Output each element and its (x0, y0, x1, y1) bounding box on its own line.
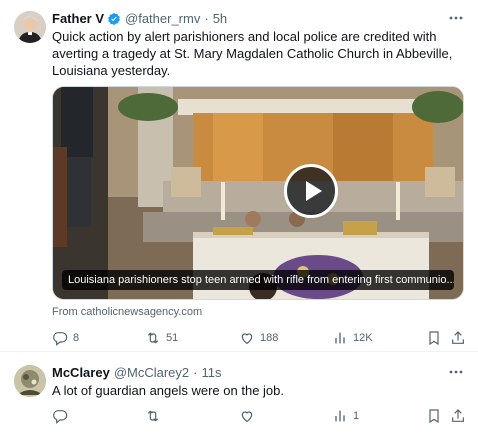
tweet-actions: 1 (52, 406, 466, 426)
like-count: 188 (260, 332, 279, 344)
reply-icon (53, 410, 68, 424)
tweet-text: Quick action by alert parishioners and l… (52, 29, 453, 78)
repost-count: 51 (166, 332, 179, 344)
reply-button[interactable]: 8 (52, 328, 79, 348)
like-icon (241, 333, 253, 345)
views-button[interactable]: 1 (332, 406, 359, 426)
like-button[interactable] (239, 406, 260, 426)
views-icon (335, 410, 345, 422)
views-count: 12K (353, 332, 373, 344)
timestamp[interactable]: 5h (213, 11, 227, 26)
video-caption: Louisiana parishioners stop teen armed w… (62, 270, 454, 290)
timestamp[interactable]: 11s (201, 365, 221, 380)
verified-badge-icon (107, 12, 121, 26)
avatar[interactable] (14, 11, 46, 43)
repost-icon (147, 410, 159, 422)
video-thumbnail (53, 87, 463, 299)
user-handle[interactable]: @McClarey2 (114, 365, 189, 380)
reply-icon (53, 332, 68, 346)
tweet-actions: 8 51 188 12K (52, 328, 466, 348)
tweet-header: McClarey @McClarey2 · 11s (52, 365, 221, 380)
bookmark-icon[interactable] (426, 328, 442, 348)
tweet-father-v[interactable]: Father V @father_rmv · 5h Quick action b… (0, 0, 478, 352)
tweet-mcclarey[interactable]: McClarey @McClarey2 · 11s A lot of guard… (0, 352, 478, 438)
views-button[interactable]: 12K (332, 328, 373, 348)
play-icon[interactable] (284, 164, 338, 218)
video-card[interactable]: Louisiana parishioners stop teen armed w… (52, 86, 464, 300)
user-handle[interactable]: @father_rmv (125, 11, 200, 26)
avatar[interactable] (14, 365, 46, 397)
display-name[interactable]: McClarey (52, 365, 110, 380)
views-count: 1 (353, 410, 360, 422)
share-icon[interactable] (450, 328, 466, 348)
reply-button[interactable] (52, 406, 73, 426)
repost-button[interactable]: 51 (145, 328, 178, 348)
reply-count: 8 (73, 332, 80, 344)
link-source[interactable]: From catholicnewsagency.com (52, 306, 202, 318)
tweet-header: Father V @father_rmv · 5h (52, 11, 227, 26)
repost-icon (147, 332, 159, 344)
like-button[interactable]: 188 (239, 328, 278, 348)
views-icon (335, 332, 345, 344)
tweet-text: A lot of guardian angels were on the job… (52, 383, 284, 398)
share-icon[interactable] (450, 406, 466, 426)
more-options-icon[interactable] (448, 10, 464, 26)
separator-dot: · (204, 11, 209, 26)
more-options-icon[interactable] (448, 364, 464, 380)
repost-button[interactable] (145, 406, 166, 426)
bookmark-icon[interactable] (426, 406, 442, 426)
display-name[interactable]: Father V (52, 11, 104, 26)
separator-dot: · (193, 365, 198, 380)
like-icon (241, 411, 253, 423)
